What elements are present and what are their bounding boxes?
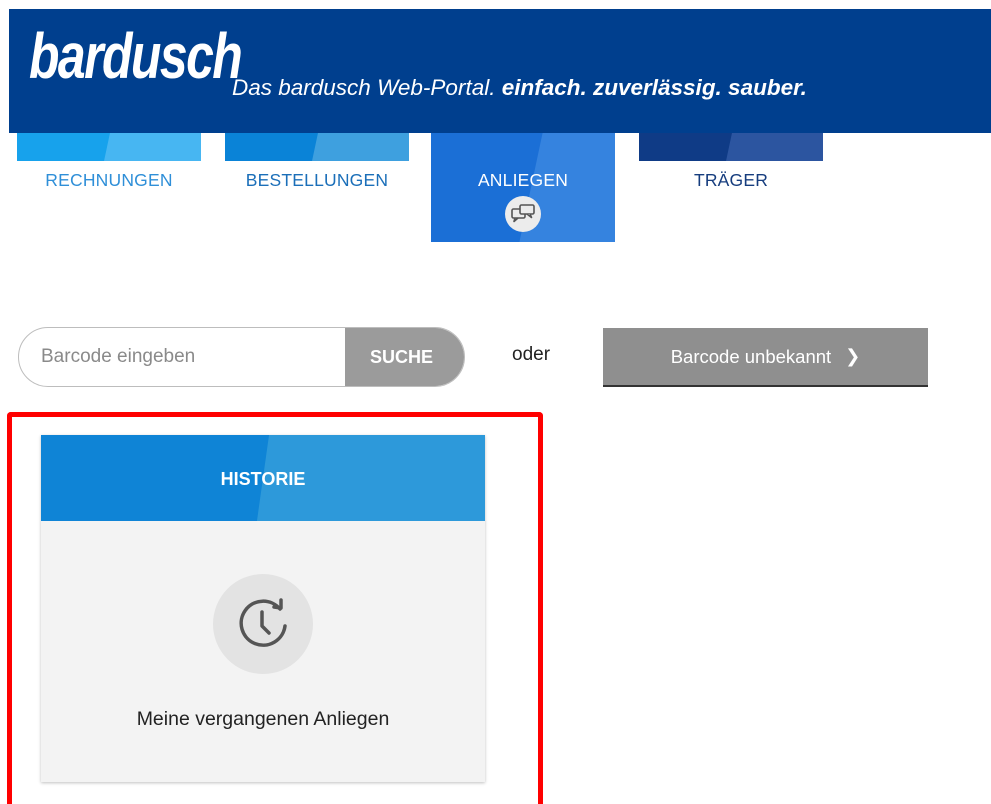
card-description: Meine vergangenen Anliegen (136, 708, 390, 730)
history-card[interactable]: HISTORIE Meine vergangenen Anliegen (41, 435, 485, 782)
search-button[interactable]: SUCHE (345, 328, 464, 386)
card-title: HISTORIE (220, 469, 306, 489)
tab-label: BESTELLUNGEN (245, 170, 389, 190)
chat-bubbles-icon (505, 196, 541, 232)
tab-label: RECHNUNGEN (45, 170, 173, 190)
tab-label: TRÄGER (693, 170, 769, 190)
barcode-input[interactable] (19, 328, 345, 386)
tab-traeger[interactable]: TRÄGER (639, 133, 823, 243)
chevron-right-icon: ❯ (845, 346, 861, 366)
card-header: HISTORIE (41, 435, 485, 521)
barcode-search: SUCHE (18, 327, 465, 387)
bardusch-logo[interactable]: bardusch (29, 11, 243, 101)
barcode-unknown-button[interactable]: Barcode unbekannt ❯ (603, 328, 928, 387)
tab-stripe (225, 133, 409, 161)
tab-anliegen[interactable]: ANLIEGEN (431, 133, 615, 242)
header-tagline: Das bardusch Web-Portal. einfach. zuverl… (232, 75, 807, 101)
tab-stripe (639, 133, 823, 161)
history-clock-icon (213, 574, 313, 674)
tagline-prefix: Das bardusch Web-Portal. (232, 75, 502, 100)
barcode-unknown-label: Barcode unbekannt (670, 345, 832, 367)
site-header: bardusch Das bardusch Web-Portal. einfac… (9, 9, 991, 133)
tab-bestellungen[interactable]: BESTELLUNGEN (225, 133, 409, 243)
tab-stripe (17, 133, 201, 161)
tab-label: ANLIEGEN (477, 170, 569, 190)
tagline-emphasis: einfach. zuverlässig. sauber. (501, 75, 807, 100)
tab-rechnungen[interactable]: RECHNUNGEN (17, 133, 201, 243)
separator-text: oder (512, 344, 551, 365)
